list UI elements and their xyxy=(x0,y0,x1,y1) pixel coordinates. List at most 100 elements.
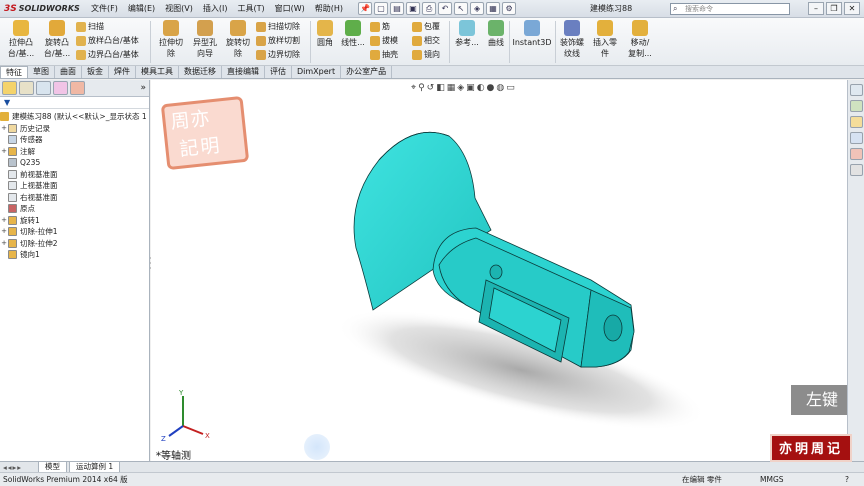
extrude-boss-button[interactable]: 拉伸凸 台/基... xyxy=(4,20,38,59)
menu-file[interactable]: 文件(F) xyxy=(86,0,123,18)
mirror-button[interactable]: 镜向 xyxy=(412,49,440,61)
extrude-cut-icon xyxy=(163,20,179,36)
minimize-button[interactable]: – xyxy=(808,2,824,15)
boundary-boss-button[interactable]: 边界凸台/基体 xyxy=(76,49,139,61)
expand-toggle-icon[interactable]: + xyxy=(0,215,8,227)
solidworks-logo[interactable]: 3S SOLIDWORKS xyxy=(0,0,86,18)
fillet-button[interactable]: 圆角 xyxy=(313,20,337,48)
tree-item[interactable]: 传感器 xyxy=(0,134,149,146)
more-tabs-chevron-icon[interactable]: » xyxy=(140,83,146,93)
tree-item[interactable]: + 切除-拉伸2 xyxy=(0,238,149,250)
move-copy-label: 移动/ 复制... xyxy=(628,38,652,58)
wrap-button[interactable]: 包覆 xyxy=(412,21,440,33)
units-selector[interactable]: MMGS xyxy=(760,473,784,486)
lofted-cut-button[interactable]: 放样切割 xyxy=(256,35,300,47)
instant3d-button[interactable]: Instant3D xyxy=(511,20,553,48)
sweep-button[interactable]: 扫描 xyxy=(76,21,104,33)
swept-cut-label: 扫描切除 xyxy=(268,22,300,31)
window-controls: – ❐ ✕ xyxy=(808,2,860,15)
tab-navigation-arrows-icon[interactable]: ◂◂▸▸ xyxy=(0,463,38,472)
expand-toggle-icon[interactable]: + xyxy=(0,226,8,238)
file-explorer-icon[interactable] xyxy=(849,116,863,128)
save-icon[interactable]: ▣ xyxy=(406,2,421,15)
menu-view[interactable]: 视图(V) xyxy=(160,0,198,18)
boundary-cut-button[interactable]: 边界切除 xyxy=(256,49,300,61)
tree-item[interactable]: Q235 xyxy=(0,157,149,169)
revolve-boss-button[interactable]: 旋转凸 台/基... xyxy=(40,20,74,59)
shell-button[interactable]: 抽壳 xyxy=(370,49,398,61)
configuration-manager-tab-icon[interactable] xyxy=(36,81,51,95)
tab-data-migration[interactable]: 数据迁移 xyxy=(179,66,222,78)
tree-item[interactable]: 前视基准面 xyxy=(0,169,149,181)
menu-help[interactable]: 帮助(H) xyxy=(310,0,348,18)
tree-item[interactable]: + 注解 xyxy=(0,146,149,158)
tree-item[interactable]: 镜向1 xyxy=(0,249,149,261)
custom-properties-icon[interactable] xyxy=(849,164,863,176)
appearances-icon[interactable] xyxy=(849,148,863,160)
tab-motion-study[interactable]: 运动算例 1 xyxy=(69,461,121,473)
tree-item[interactable]: 原点 xyxy=(0,203,149,215)
close-button[interactable]: ✕ xyxy=(844,2,860,15)
property-manager-tab-icon[interactable] xyxy=(19,81,34,95)
menu-tools[interactable]: 工具(T) xyxy=(232,0,269,18)
select-arrow-icon[interactable]: ↖ xyxy=(454,2,469,15)
draft-button[interactable]: 拔模 xyxy=(370,35,398,47)
tab-evaluate[interactable]: 评估 xyxy=(265,66,292,78)
solidworks-resources-icon[interactable] xyxy=(849,84,863,96)
tab-office-products[interactable]: 办公室产品 xyxy=(341,66,393,78)
tree-item[interactable]: 上视基准面 xyxy=(0,180,149,192)
expand-toggle-icon[interactable]: + xyxy=(0,238,8,250)
insert-part-button[interactable]: 插入零 件 xyxy=(590,20,620,59)
tab-mold-tools[interactable]: 模具工具 xyxy=(136,66,179,78)
rib-button[interactable]: 筋 xyxy=(370,21,390,33)
display-manager-tab-icon[interactable] xyxy=(70,81,85,95)
open-folder-icon[interactable]: ▤ xyxy=(390,2,405,15)
swept-cut-button[interactable]: 扫描切除 xyxy=(256,21,300,33)
restore-button[interactable]: ❐ xyxy=(826,2,842,15)
tab-sheet-metal[interactable]: 钣金 xyxy=(82,66,109,78)
pin-icon[interactable]: 📌 xyxy=(358,2,373,15)
dimxpert-manager-tab-icon[interactable] xyxy=(53,81,68,95)
tree-item[interactable]: + 切除-拉伸1 xyxy=(0,226,149,238)
tab-direct-editing[interactable]: 直接编辑 xyxy=(222,66,265,78)
tree-item[interactable]: + 历史记录 xyxy=(0,123,149,135)
help-icon[interactable]: ? xyxy=(845,473,849,486)
options-gear-icon[interactable]: ⚙ xyxy=(502,2,517,15)
design-library-icon[interactable] xyxy=(849,100,863,112)
cosmetic-thread-button[interactable]: 装饰螺 纹线 xyxy=(557,20,587,59)
tree-item[interactable]: 右视基准面 xyxy=(0,192,149,204)
rebuild-icon[interactable]: ◈ xyxy=(470,2,485,15)
filter-icon[interactable]: ▼ xyxy=(0,97,149,109)
tree-item[interactable]: + 旋转1 xyxy=(0,215,149,227)
reference-geometry-button[interactable]: 参考... xyxy=(452,20,482,48)
revolve-cut-button[interactable]: 旋转切 除 xyxy=(222,20,254,59)
move-copy-body-button[interactable]: 移动/ 复制... xyxy=(624,20,656,59)
tab-dimxpert[interactable]: DimXpert xyxy=(292,66,342,78)
hole-wizard-button[interactable]: 异型孔 向导 xyxy=(189,20,221,59)
loft-boss-button[interactable]: 放样凸台/基体 xyxy=(76,35,139,47)
undo-icon[interactable]: ↶ xyxy=(438,2,453,15)
tab-weldments[interactable]: 焊件 xyxy=(109,66,136,78)
feature-manager-tab-icon[interactable] xyxy=(2,81,17,95)
expand-toggle-icon[interactable]: + xyxy=(0,146,8,158)
command-search-input[interactable]: ⌕ 搜索命令 xyxy=(670,3,790,15)
tree-root-part[interactable]: 建模练习88 (默认<<默认>_显示状态 1 xyxy=(0,111,149,123)
tab-model[interactable]: 模型 xyxy=(38,461,67,473)
menu-window[interactable]: 窗口(W) xyxy=(270,0,310,18)
expand-toggle-icon[interactable]: + xyxy=(0,123,8,135)
new-document-icon[interactable]: ▢ xyxy=(374,2,389,15)
file-properties-icon[interactable]: ▦ xyxy=(486,2,501,15)
print-icon[interactable]: ⎙ xyxy=(422,2,437,15)
extrude-cut-button[interactable]: 拉伸切 除 xyxy=(155,20,187,59)
tab-features[interactable]: 特征 xyxy=(0,66,28,78)
curves-button[interactable]: 曲线 xyxy=(484,20,508,48)
menu-insert[interactable]: 插入(I) xyxy=(198,0,233,18)
tab-surfaces[interactable]: 曲面 xyxy=(55,66,82,78)
graphics-area[interactable]: ⌖ ⚲ ↺ ◧ ▦ ◈ ▣ ◐ ● ◍ ▭ 周亦 記明 Y X Z *等轴测 左… xyxy=(151,80,847,461)
x-axis-line xyxy=(182,425,204,435)
intersect-button[interactable]: 相交 xyxy=(412,35,440,47)
menu-edit[interactable]: 编辑(E) xyxy=(123,0,160,18)
linear-pattern-button[interactable]: 线性... xyxy=(338,20,368,48)
tab-sketch[interactable]: 草图 xyxy=(28,66,55,78)
view-palette-icon[interactable] xyxy=(849,132,863,144)
